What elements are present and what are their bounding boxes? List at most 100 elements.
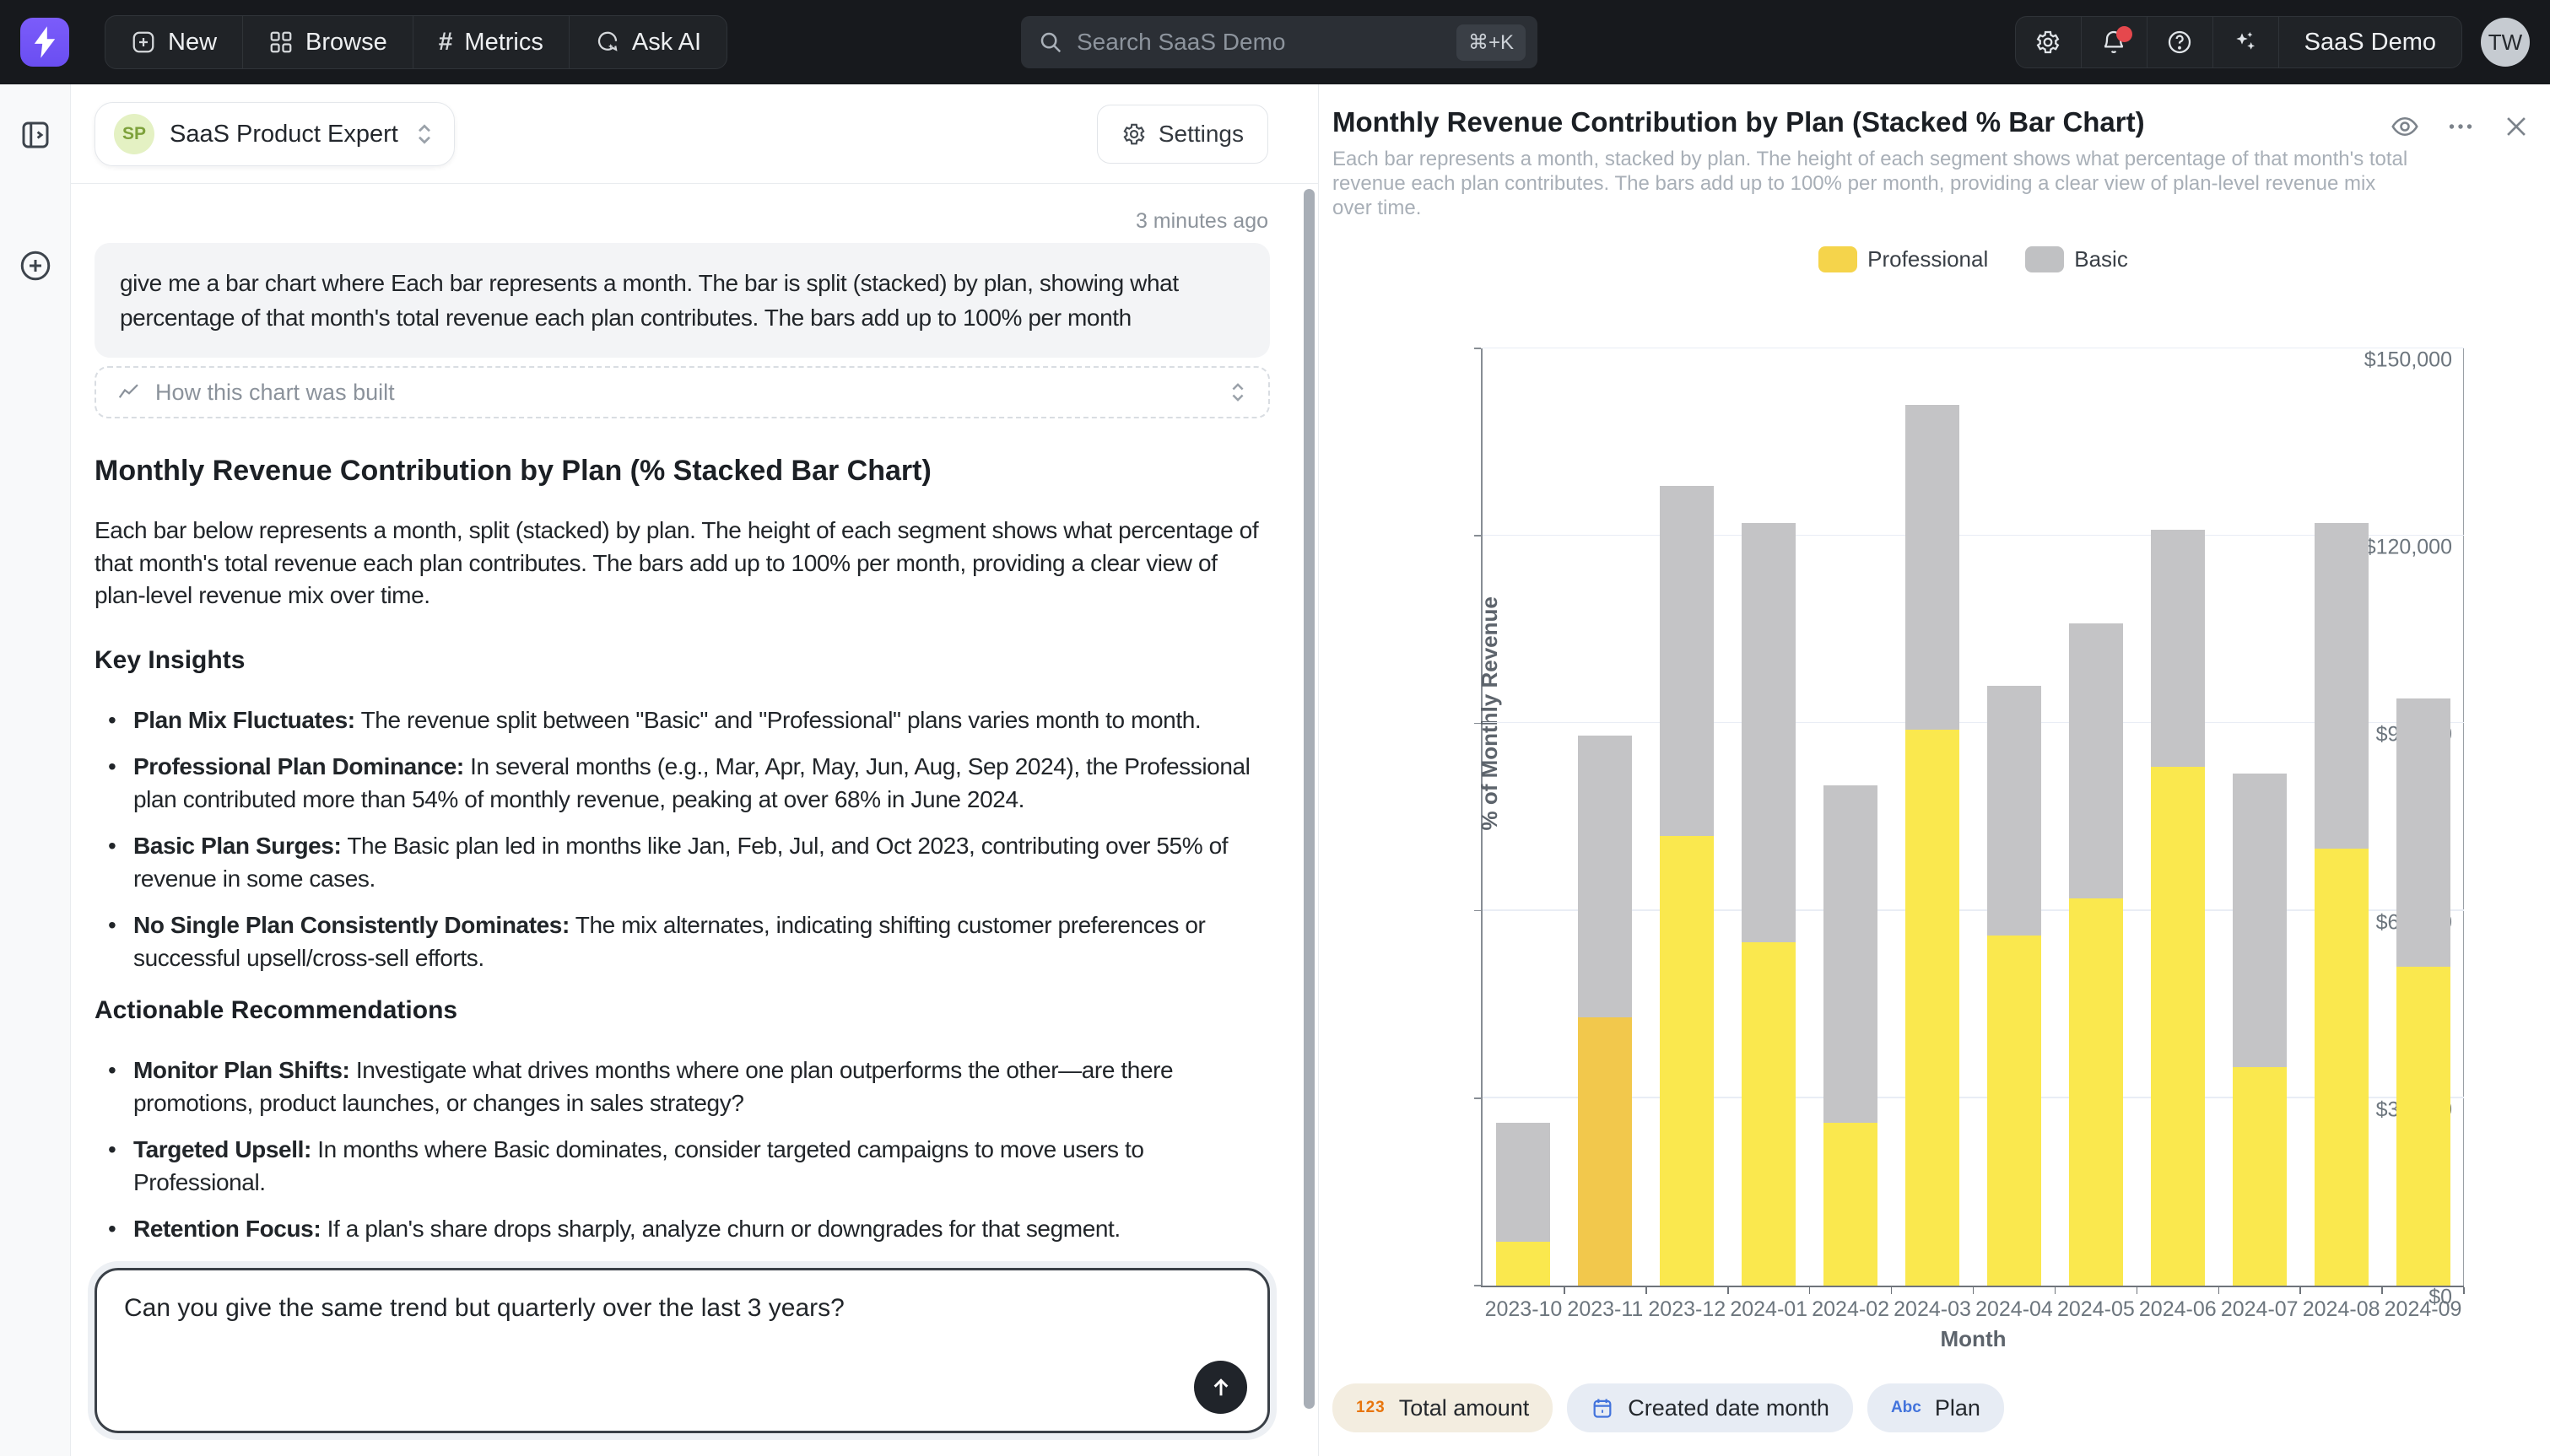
app-logo[interactable]	[20, 18, 69, 67]
tag-created-date-month[interactable]: Created date month	[1567, 1383, 1853, 1432]
bullet-lead: Retention Focus:	[133, 1216, 321, 1242]
chart-plot: % of Monthly Revenue $0$30,000$60,000$90…	[1483, 348, 2464, 1286]
bar-segment-basic-2024-05[interactable]	[2069, 623, 2123, 898]
bar-segment-professional-2024-08[interactable]	[2315, 849, 2369, 1286]
bar-segment-professional-2024-04[interactable]	[1987, 936, 2041, 1286]
ask-ai-button[interactable]: Ask AI	[570, 16, 727, 68]
bar-segment-basic-2023-11[interactable]	[1578, 736, 1632, 1017]
bullet-item: Retention Focus: If a plan's share drops…	[95, 1212, 1270, 1245]
bar-segment-professional-2023-11[interactable]	[1578, 1017, 1632, 1286]
ai-sparkles-button[interactable]	[2213, 17, 2279, 67]
bar-segment-professional-2024-02[interactable]	[1823, 1123, 1877, 1286]
bar-segment-basic-2024-01[interactable]	[1742, 523, 1796, 941]
browse-button-label: Browse	[305, 29, 387, 57]
chevron-updown-icon	[1228, 380, 1248, 404]
sparkles-icon	[2232, 29, 2259, 56]
chart-viewer-panel: Monthly Revenue Contribution by Plan (St…	[1318, 84, 2550, 1456]
plus-circle-icon	[18, 248, 53, 283]
agent-selector[interactable]: SP SaaS Product Expert	[95, 102, 455, 166]
send-button[interactable]	[1194, 1361, 1247, 1414]
bar-segment-professional-2024-07[interactable]	[2233, 1067, 2287, 1286]
new-button[interactable]: New	[105, 16, 243, 68]
browse-button[interactable]: Browse	[243, 16, 413, 68]
recommendations-list: Monitor Plan Shifts: Investigate what dr…	[95, 1054, 1270, 1245]
tag-plan[interactable]: Abc Plan	[1867, 1383, 2004, 1432]
more-options-button[interactable]	[2445, 111, 2476, 142]
bar-segment-professional-2023-12[interactable]	[1660, 836, 1714, 1286]
bar-segment-professional-2024-05[interactable]	[2069, 898, 2123, 1286]
bullet-item: Targeted Upsell: In months where Basic d…	[95, 1133, 1270, 1199]
how-chart-built-toggle[interactable]: How this chart was built	[95, 366, 1270, 418]
global-search-input[interactable]: Search SaaS Demo ⌘+K	[1021, 16, 1537, 68]
chat-scrollbar[interactable]	[1304, 189, 1315, 1409]
new-thread-button[interactable]	[0, 240, 71, 291]
bar-segment-basic-2023-12[interactable]	[1660, 486, 1714, 836]
chat-input[interactable]: Can you give the same trend but quarterl…	[95, 1268, 1270, 1433]
x-tick-label: 2023-12	[1648, 1297, 1726, 1322]
eye-icon	[2390, 111, 2420, 142]
gear-icon	[2034, 29, 2061, 56]
bar-segment-basic-2023-10[interactable]	[1496, 1123, 1550, 1242]
close-panel-button[interactable]	[2501, 111, 2531, 142]
toggle-sidebar-button[interactable]	[0, 110, 71, 160]
plot-right-border	[2463, 348, 2465, 1286]
abc-text-icon: Abc	[1891, 1399, 1921, 1417]
user-message-bubble: give me a bar chart where Each bar repre…	[95, 243, 1270, 358]
x-axis-tick	[2218, 1287, 2220, 1294]
x-axis-tick	[1727, 1287, 1729, 1294]
x-tick-label: 2024-02	[1812, 1297, 1889, 1322]
bar-segment-basic-2024-03[interactable]	[1905, 405, 1959, 730]
response-heading: Monthly Revenue Contribution by Plan (% …	[95, 452, 1270, 489]
bullet-item: Plan Mix Fluctuates: The revenue split b…	[95, 704, 1270, 736]
tag-total-amount[interactable]: 123 Total amount	[1332, 1383, 1553, 1432]
workspace-button[interactable]: SaaS Demo	[2279, 17, 2461, 67]
y-axis-tick	[1474, 1097, 1481, 1099]
avatar-initials: TW	[2488, 30, 2522, 56]
bar-segment-basic-2024-06[interactable]	[2151, 530, 2205, 767]
x-tick-label: 2023-11	[1567, 1297, 1643, 1322]
x-axis-tick	[2137, 1287, 2138, 1294]
bar-segment-basic-2024-02[interactable]	[1823, 785, 1877, 1123]
nav-icon-group: SaaS Demo	[2015, 16, 2462, 68]
insights-heading: Key Insights	[95, 646, 1270, 675]
agent-avatar: SP	[114, 114, 154, 154]
chat-sparkle-icon	[595, 30, 620, 55]
primary-nav: New Browse # Metrics Ask AI	[105, 15, 727, 69]
x-tick-label: 2024-06	[2139, 1297, 2217, 1322]
how-chart-built-label: How this chart was built	[155, 380, 395, 406]
bullet-lead: Plan Mix Fluctuates:	[133, 707, 355, 733]
x-axis-title: Month	[1483, 1326, 2464, 1352]
legend-item-basic[interactable]: Basic	[2025, 246, 2128, 272]
bar-segment-professional-2023-10[interactable]	[1496, 1242, 1550, 1286]
bar-segment-basic-2024-04[interactable]	[1987, 686, 2041, 936]
user-avatar[interactable]: TW	[2481, 18, 2530, 67]
preview-eye-button[interactable]	[2390, 111, 2420, 142]
agent-name: SaaS Product Expert	[170, 121, 398, 148]
calendar-icon	[1591, 1396, 1614, 1420]
search-shortcut-badge: ⌘+K	[1456, 24, 1526, 61]
bar-segment-professional-2024-03[interactable]	[1905, 730, 1959, 1286]
y-axis-tick	[1474, 723, 1481, 725]
notifications-button[interactable]	[2082, 17, 2148, 67]
legend-swatch	[2025, 246, 2064, 272]
settings-nav-button[interactable]	[2016, 17, 2082, 67]
legend-item-professional[interactable]: Professional	[1818, 246, 1988, 272]
bar-segment-professional-2024-06[interactable]	[2151, 767, 2205, 1286]
chat-header: SP SaaS Product Expert Settings	[71, 84, 1318, 184]
agent-settings-button[interactable]: Settings	[1097, 105, 1268, 164]
hash-icon: #	[439, 28, 453, 57]
tag-label: Total amount	[1399, 1395, 1530, 1421]
x-tick-label: 2024-09	[2385, 1297, 2462, 1322]
bar-segment-basic-2024-07[interactable]	[2233, 774, 2287, 1067]
y-tick-label: $120,000	[2364, 536, 2452, 560]
metrics-button[interactable]: # Metrics	[413, 16, 570, 68]
gear-icon	[1121, 121, 1147, 147]
bar-segment-professional-2024-09[interactable]	[2396, 967, 2450, 1286]
x-tick-label: 2024-01	[1730, 1297, 1807, 1322]
bullet-item: Monitor Plan Shifts: Investigate what dr…	[95, 1054, 1270, 1119]
bar-segment-professional-2024-01[interactable]	[1742, 942, 1796, 1286]
nav-right-cluster: SaaS Demo TW	[2015, 16, 2530, 68]
bar-segment-basic-2024-08[interactable]	[2315, 523, 2369, 848]
bar-segment-basic-2024-09[interactable]	[2396, 698, 2450, 967]
help-button[interactable]	[2148, 17, 2213, 67]
